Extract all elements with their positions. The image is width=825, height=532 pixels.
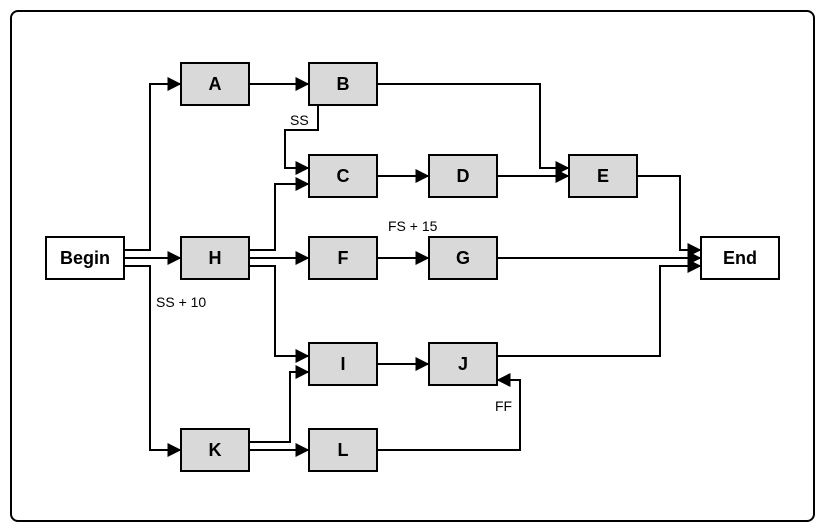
edge-label-ss: SS: [290, 112, 309, 128]
node-label: G: [456, 248, 470, 269]
node-b: B: [308, 62, 378, 106]
node-label: L: [338, 440, 349, 461]
node-label: D: [457, 166, 470, 187]
node-i: I: [308, 342, 378, 386]
node-a: A: [180, 62, 250, 106]
node-j: J: [428, 342, 498, 386]
node-begin: Begin: [45, 236, 125, 280]
edge-label-ss10: SS + 10: [156, 294, 206, 310]
node-label: H: [209, 248, 222, 269]
edge-label-ff: FF: [495, 398, 512, 414]
node-label: K: [209, 440, 222, 461]
node-label: A: [209, 74, 222, 95]
node-label: Begin: [60, 248, 110, 269]
node-label: B: [337, 74, 350, 95]
node-label: J: [458, 354, 468, 375]
node-f: F: [308, 236, 378, 280]
node-end: End: [700, 236, 780, 280]
node-c: C: [308, 154, 378, 198]
node-h: H: [180, 236, 250, 280]
node-label: I: [340, 354, 345, 375]
diagram-frame: [10, 10, 815, 522]
edge-label-fs15: FS + 15: [388, 218, 437, 234]
node-d: D: [428, 154, 498, 198]
node-label: E: [597, 166, 609, 187]
node-label: F: [338, 248, 349, 269]
node-label: End: [723, 248, 757, 269]
node-e: E: [568, 154, 638, 198]
node-label: C: [337, 166, 350, 187]
node-g: G: [428, 236, 498, 280]
node-k: K: [180, 428, 250, 472]
node-l: L: [308, 428, 378, 472]
